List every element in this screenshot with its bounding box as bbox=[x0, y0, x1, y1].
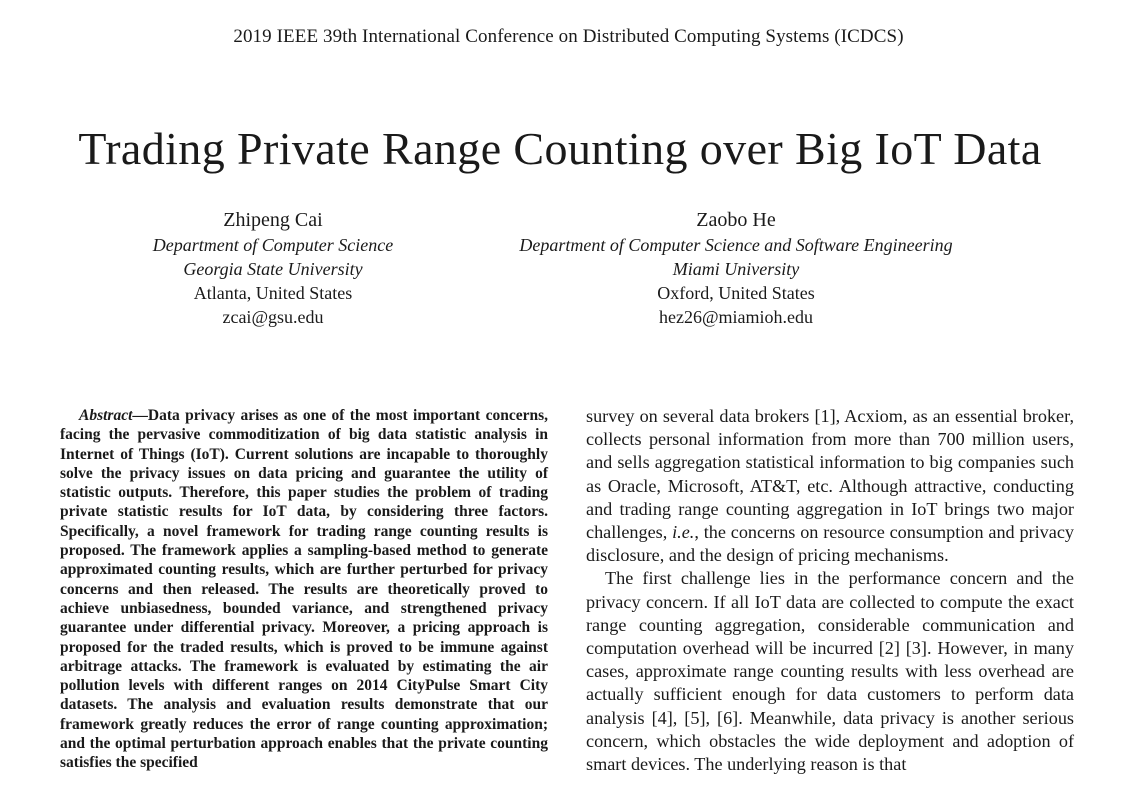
author-location: Atlanta, United States bbox=[193, 283, 353, 303]
body-column: survey on several data brokers [1], Acxi… bbox=[586, 405, 1074, 776]
author-department: Department of Computer Science and Softw… bbox=[519, 235, 953, 255]
author-email: zcai@gsu.edu bbox=[222, 307, 324, 327]
author-university: Miami University bbox=[672, 259, 800, 279]
body-paragraph: The first challenge lies in the performa… bbox=[586, 568, 1074, 775]
author-block: Zaobo He Department of Computer Science … bbox=[440, 207, 1032, 329]
abstract: Abstract—Data privacy arises as one of t… bbox=[60, 406, 548, 773]
body-paragraph: survey on several data brokers [1], Acxi… bbox=[586, 405, 1074, 567]
author-university: Georgia State University bbox=[183, 259, 363, 279]
author-block: Zhipeng Cai Department of Computer Scien… bbox=[80, 207, 466, 329]
body-text-italic: i.e. bbox=[672, 522, 695, 543]
author-email: hez26@miamioh.edu bbox=[658, 307, 814, 327]
abstract-label: Abstract bbox=[79, 407, 133, 424]
abstract-dash: — bbox=[132, 407, 148, 424]
abstract-text: Data privacy arises as one of the most i… bbox=[60, 407, 548, 772]
author-name: Zaobo He bbox=[696, 209, 776, 231]
author-department: Department of Computer Science bbox=[152, 235, 394, 255]
author-name: Zhipeng Cai bbox=[223, 209, 323, 231]
conference-header: 2019 IEEE 39th International Conference … bbox=[233, 26, 904, 47]
author-location: Oxford, United States bbox=[657, 283, 815, 303]
paper-title: Trading Private Range Counting over Big … bbox=[78, 123, 1042, 174]
